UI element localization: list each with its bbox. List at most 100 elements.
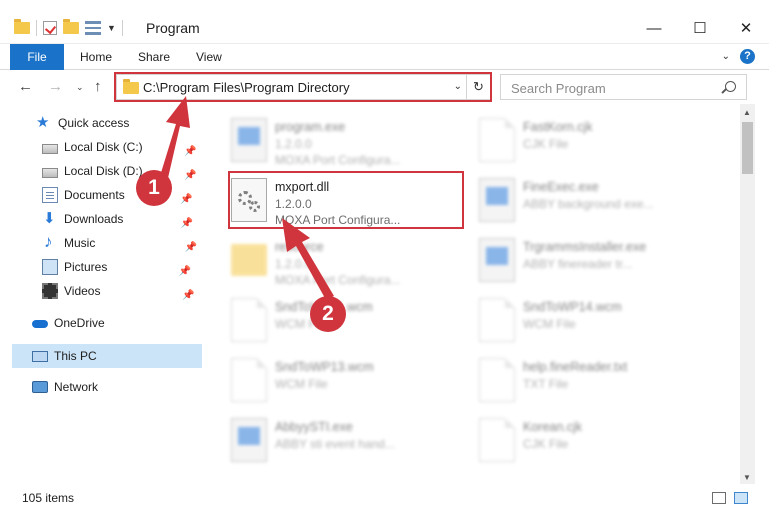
file-detail: WCM File [523, 317, 576, 331]
list-item[interactable]: FineExec.exe ABBY background exe... [453, 170, 693, 230]
tab-view[interactable]: View [196, 44, 222, 70]
close-button[interactable]: ✕ [723, 14, 769, 42]
file-name: AbbyySTI.exe [275, 420, 353, 434]
customize-toolbar-icon[interactable]: ▼ [107, 23, 116, 33]
list-item[interactable]: Korean.cjk CJK File [453, 410, 693, 470]
file-detail: CJK File [523, 437, 569, 451]
pin-icon[interactable]: 📌 [182, 285, 194, 307]
file-icon [479, 118, 515, 162]
file-detail: MOXA Port Configura... [275, 153, 401, 167]
pin-icon[interactable]: 📌 [179, 261, 191, 283]
sidebar-item-local-disk-c[interactable]: Local Disk (C:) 📌 [42, 136, 197, 158]
scroll-down-icon[interactable]: ▼ [743, 473, 751, 482]
properties-check-icon[interactable] [43, 21, 57, 35]
scroll-up-icon[interactable]: ▲ [743, 108, 751, 117]
address-path[interactable]: C:\Program Files\Program Directory [143, 80, 350, 95]
sidebar-item-label: Downloads [64, 212, 124, 226]
tiles-view-icon[interactable] [734, 492, 748, 504]
exe-file-icon [231, 418, 267, 462]
status-bar: 105 items [0, 484, 769, 512]
star-icon [36, 112, 52, 134]
folder-icon[interactable] [14, 19, 30, 34]
properties-icon[interactable] [85, 21, 101, 35]
sidebar-item-label: Music [64, 236, 96, 250]
sidebar-item-pictures[interactable]: Pictures 📌 [42, 256, 191, 278]
divider [36, 20, 37, 36]
sidebar-item-music[interactable]: Music 📌 [42, 231, 197, 254]
sidebar-item-label: Local Disk (C:) [64, 140, 143, 154]
sidebar-item-onedrive[interactable]: OneDrive [32, 312, 105, 334]
file-icon [231, 298, 267, 342]
sidebar-item-network[interactable]: Network [32, 376, 98, 398]
up-button[interactable]: ↑ [94, 78, 102, 95]
file-detail: TXT File [523, 377, 569, 391]
list-item[interactable]: AbbyySTI.exe ABBY sti event hand... [205, 410, 445, 470]
sidebar-item-local-disk-d[interactable]: Local Disk (D:) 📌 [42, 160, 197, 182]
file-detail: ABBY background exe... [523, 197, 654, 211]
tab-share[interactable]: Share [138, 44, 170, 70]
callout-badge-1: 1 [136, 170, 172, 206]
ribbon-expand-icon[interactable]: ⌄ [722, 51, 730, 62]
file-name: FastKorn.cjk [523, 120, 593, 134]
details-view-icon[interactable] [712, 492, 726, 504]
file-icon [479, 358, 515, 402]
search-placeholder: Search Program [511, 81, 606, 96]
list-item[interactable]: FastKorn.cjk CJK File [453, 110, 693, 170]
tab-file[interactable]: File [10, 44, 64, 70]
help-icon[interactable]: ? [740, 49, 755, 64]
documents-icon [42, 187, 58, 203]
pin-icon[interactable]: 📌 [185, 237, 197, 259]
sidebar-item-this-pc[interactable]: This PC [32, 345, 97, 367]
title-bar: ▼ Program — ☐ ✕ [0, 0, 769, 44]
drive-icon [42, 167, 58, 178]
pin-icon[interactable]: 📌 [181, 213, 193, 235]
list-item[interactable]: help.fineReader.txt TXT File [453, 350, 693, 410]
pin-icon[interactable]: 📌 [180, 189, 192, 211]
network-icon [32, 381, 48, 393]
list-item-mxport-dll[interactable]: mxport.dll 1.2.0.0 MOXA Port Configura..… [205, 170, 445, 230]
videos-icon [42, 283, 58, 299]
pin-icon[interactable]: 📌 [184, 165, 196, 187]
sidebar-item-documents[interactable]: Documents 📌 [42, 184, 193, 206]
vertical-scrollbar[interactable]: ▲ ▼ [740, 104, 755, 484]
recent-locations-button[interactable]: ⌄ [76, 82, 84, 93]
minimize-button[interactable]: — [631, 14, 677, 42]
file-detail: CJK File [523, 137, 569, 151]
list-item[interactable]: program.exe 1.2.0.0 MOXA Port Configura.… [205, 110, 445, 170]
sidebar-item-downloads[interactable]: Downloads 📌 [42, 208, 193, 230]
scroll-thumb[interactable] [742, 122, 753, 174]
tab-home[interactable]: Home [80, 44, 112, 70]
back-button[interactable]: ← [18, 78, 33, 95]
file-version: 1.2.0.0 [275, 197, 312, 211]
music-icon [42, 231, 58, 253]
sidebar-item-videos[interactable]: Videos 📌 [42, 280, 194, 302]
search-input[interactable]: Search Program [500, 74, 747, 100]
refresh-button[interactable]: ↻ [466, 75, 490, 99]
address-dropdown-icon[interactable]: ⌄ [454, 81, 462, 92]
new-folder-icon[interactable] [63, 19, 79, 34]
ribbon: File Home Share View ⌄ ? [0, 44, 769, 70]
exe-file-icon [479, 238, 515, 282]
sidebar-item-label: Documents [64, 188, 125, 202]
navigation-pane: Quick access Local Disk (C:) 📌 Local Dis… [0, 104, 205, 484]
quick-access-toolbar: ▼ [14, 18, 123, 38]
folder-icon [231, 244, 267, 276]
list-item[interactable]: SndToWP14.wcm WCM File [453, 290, 693, 350]
file-detail: ABBY sti event hand... [275, 437, 395, 451]
forward-button[interactable]: → [48, 78, 63, 95]
pin-icon[interactable]: 📌 [184, 141, 196, 163]
gear-icon [249, 201, 260, 212]
address-bar[interactable]: C:\Program Files\Program Directory ⌄ ↻ [116, 74, 491, 100]
file-name: Korean.cjk [523, 420, 583, 434]
file-icon [479, 418, 515, 462]
list-item[interactable]: SndToWP13.wcm WCM File [205, 350, 445, 410]
file-list: program.exe 1.2.0.0 MOXA Port Configura.… [205, 104, 740, 484]
search-icon[interactable] [725, 81, 736, 92]
window-controls: — ☐ ✕ [631, 14, 769, 42]
list-item[interactable]: TrgrammsInstaller.exe ABBY finereader tr… [453, 230, 693, 290]
onedrive-icon [32, 315, 48, 331]
sidebar-item-quick-access[interactable]: Quick access [36, 112, 129, 134]
maximize-button[interactable]: ☐ [677, 14, 723, 42]
callout-badge-2: 2 [310, 296, 346, 332]
list-item[interactable]: resource 1.2.0.0 MOXA Port Configura... [205, 230, 445, 290]
